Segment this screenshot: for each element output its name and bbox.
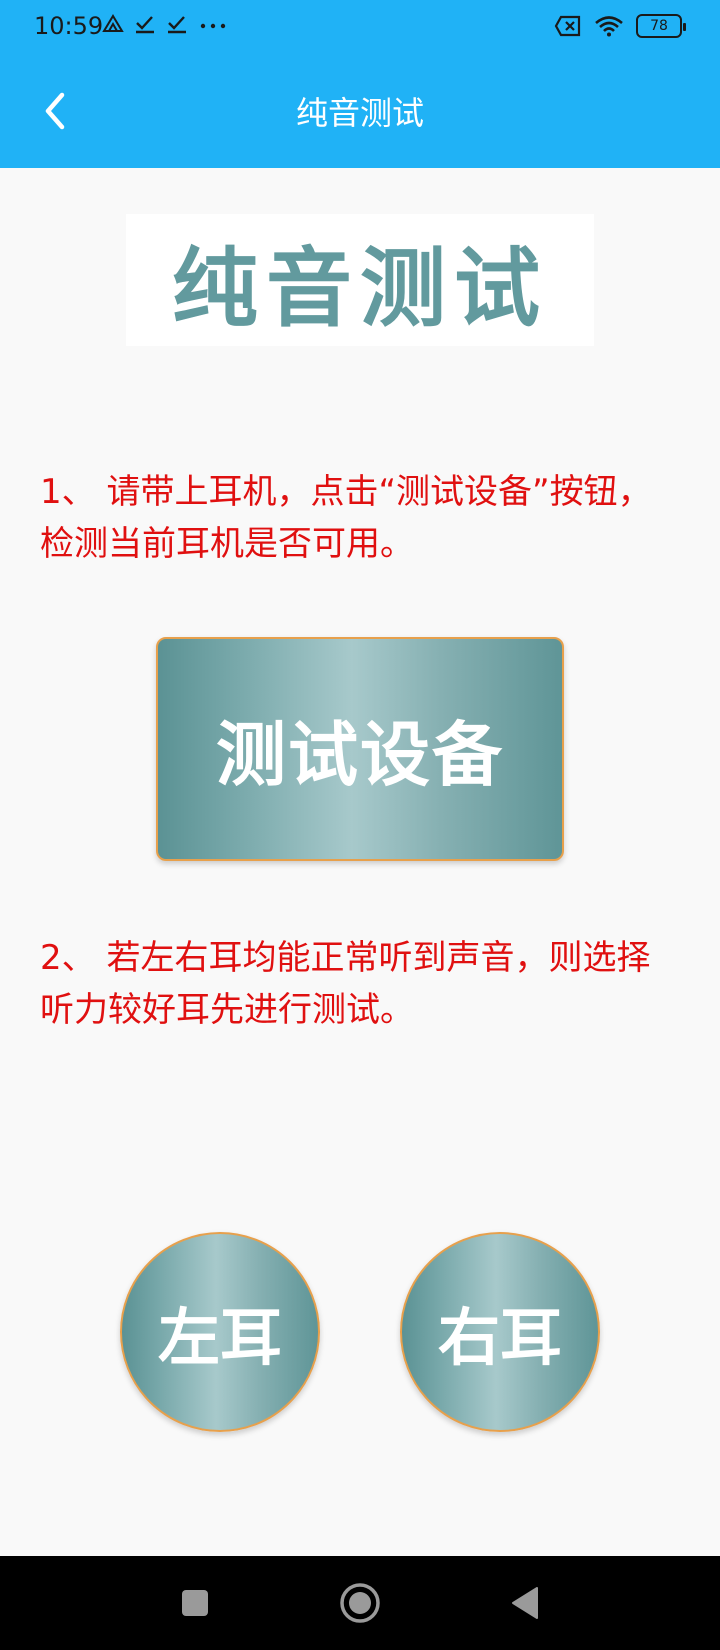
app-bar: 纯音测试 (0, 56, 720, 168)
logo-banner: 纯音测试 (126, 214, 594, 346)
triangle-back-icon (512, 1587, 538, 1619)
recent-apps-button[interactable] (170, 1578, 220, 1628)
right-ear-button[interactable]: 右耳 (400, 1232, 600, 1432)
left-ear-button[interactable]: 左耳 (120, 1232, 320, 1432)
instruction-step-2: 2、 若左右耳均能正常听到声音，则选择听力较好耳先进行测试。 (40, 938, 651, 1030)
status-time: 10:59 (34, 12, 104, 40)
nav-back-button[interactable] (500, 1578, 550, 1628)
instruction-step-1: 1、 请带上耳机，点击“测试设备”按钮，检测当前耳机是否可用。 (40, 472, 652, 564)
square-icon (182, 1590, 208, 1616)
right-ear-label: 右耳 (437, 1301, 562, 1374)
test-device-label: 测试设备 (216, 713, 504, 796)
screen: 10:59 78 纯音测试 纯音测试 1、 请带上耳机，点击“测试设备”按钮，检… (0, 0, 720, 1650)
battery-level: 78 (650, 18, 668, 34)
notification-icons (102, 14, 228, 34)
more-icon (200, 23, 226, 29)
page-title: 纯音测试 (295, 94, 424, 132)
check-icon (136, 16, 154, 34)
navigation-bar (0, 1556, 720, 1650)
left-ear-label: 左耳 (157, 1301, 282, 1374)
battery-icon: 78 (636, 14, 686, 38)
top-bar: 10:59 78 纯音测试 (0, 0, 720, 168)
home-button[interactable] (335, 1578, 385, 1628)
no-sim-icon (554, 15, 581, 37)
wifi-icon (595, 16, 623, 37)
check-icon (168, 16, 186, 34)
test-device-button[interactable]: 测试设备 (156, 637, 564, 861)
status-bar: 10:59 78 (0, 0, 720, 56)
drive-icon (102, 14, 124, 32)
logo-text: 纯音测试 (172, 237, 548, 339)
system-icons: 78 (554, 14, 686, 38)
home-circle-icon (340, 1583, 380, 1623)
